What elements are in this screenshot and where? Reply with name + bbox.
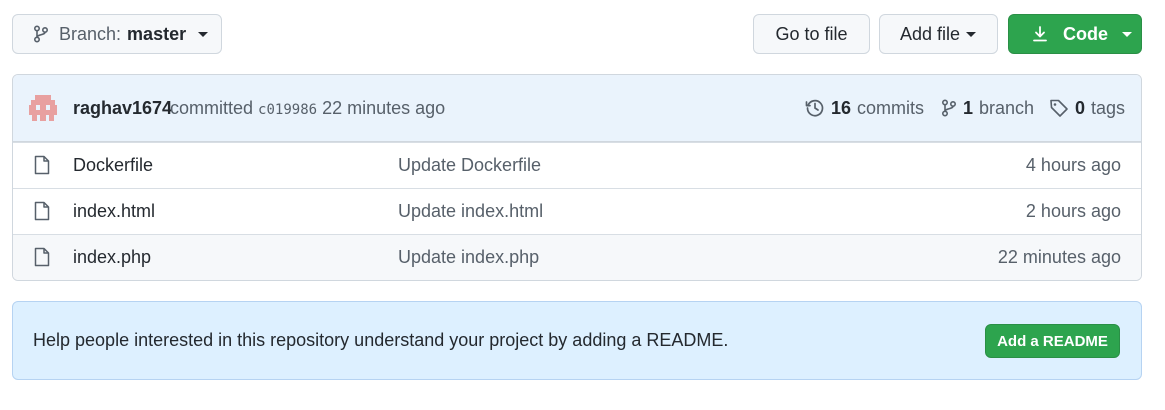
readme-banner: Help people interested in this repositor… [12,301,1142,380]
tag-icon [1049,98,1069,118]
commit-message-link[interactable]: Update Dockerfile [398,155,541,176]
commit-action: committed [170,97,254,118]
file-name-link[interactable]: index.php [73,247,151,268]
commit-sha-link[interactable]: c019986 [258,102,317,118]
branch-select-button[interactable]: Branch: master [12,14,222,54]
commit-time: 22 minutes ago [322,97,446,118]
file-age: 2 hours ago [1025,201,1121,221]
go-to-file-button[interactable]: Go to file [753,14,870,54]
file-row[interactable]: index.html Update index.html 2 hours ago [13,188,1141,234]
branch-count: 1 [963,97,974,118]
commit-author-link[interactable]: raghav1674 [73,98,172,119]
add-readme-label: Add a README [997,332,1108,350]
file-row[interactable]: Dockerfile Update Dockerfile 4 hours ago [13,142,1141,188]
file-name-link[interactable]: Dockerfile [73,155,153,176]
file-icon [34,201,50,226]
file-row[interactable]: index.php Update index.php 22 minutes ag… [13,234,1141,280]
download-icon [1031,25,1049,43]
code-button[interactable]: Code [1008,14,1142,54]
tag-count: 0 [1075,97,1086,118]
latest-commit-bar: raghav1674 committed c019986 22 minutes … [13,75,1141,142]
history-icon [805,98,825,118]
readme-prompt-text: Help people interested in this repositor… [33,330,729,350]
chevron-down-icon [1122,31,1132,37]
file-name-link[interactable]: index.html [73,201,155,222]
tag-label: tags [1091,97,1126,118]
commits-label: commits [857,97,925,118]
tags-link[interactable]: 0 tags [1049,98,1125,119]
file-icon [34,247,50,272]
add-file-label: Add file [900,23,961,44]
branch-label: branch [979,97,1035,118]
git-branch-icon [33,25,49,43]
branch-prefix-label: Branch: [59,23,122,44]
chevron-down-icon [966,31,977,37]
chevron-down-icon [198,31,209,37]
go-to-file-label: Go to file [775,23,848,44]
commit-message-link[interactable]: Update index.html [398,201,543,222]
file-age: 4 hours ago [1025,155,1121,175]
avatar[interactable] [29,95,57,123]
commits-count: 16 [831,97,852,118]
git-branch-icon [941,99,957,117]
add-file-button[interactable]: Add file [879,14,998,54]
commits-link[interactable]: 16 commits [805,98,924,119]
branch-name-label: master [127,23,187,44]
commit-message-link[interactable]: Update index.php [398,247,539,268]
file-age: 22 minutes ago [997,247,1121,267]
branches-link[interactable]: 1 branch [941,98,1034,119]
commit-summary: committed c019986 22 minutes ago [170,98,445,119]
file-list: raghav1674 committed c019986 22 minutes … [12,74,1142,281]
file-icon [34,155,50,180]
code-label: Code [1063,23,1108,44]
add-readme-button[interactable]: Add a README [985,324,1120,358]
